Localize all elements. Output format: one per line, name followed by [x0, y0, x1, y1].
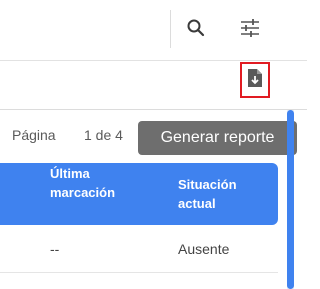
table-row[interactable] — [0, 226, 278, 273]
scrollbar-thumb[interactable] — [287, 110, 294, 289]
column-header-line: Última — [50, 166, 90, 181]
column-header-line: marcación — [50, 185, 116, 200]
column-header-line: actual — [178, 196, 216, 211]
cell-ultima-marcacion: -- — [50, 241, 60, 257]
tooltip: Generar reporte — [138, 121, 297, 155]
column-header-ultima-marcacion[interactable]: Última marcación — [50, 164, 115, 202]
page-info: 1 de 4 — [84, 127, 123, 143]
column-header-situacion-actual[interactable]: Situación actual — [178, 175, 237, 213]
download-report-button[interactable] — [240, 62, 270, 98]
tooltip-text: Generar reporte — [160, 129, 275, 146]
tune-icon — [239, 18, 261, 43]
search-button[interactable] — [180, 14, 212, 46]
pagination-label: Página — [12, 127, 56, 143]
search-icon — [186, 18, 206, 43]
file-download-icon — [247, 68, 263, 93]
column-header-line: Situación — [178, 177, 237, 192]
filters-button[interactable] — [234, 14, 266, 46]
divider — [170, 10, 171, 48]
cell-situacion-actual: Ausente — [178, 241, 230, 257]
